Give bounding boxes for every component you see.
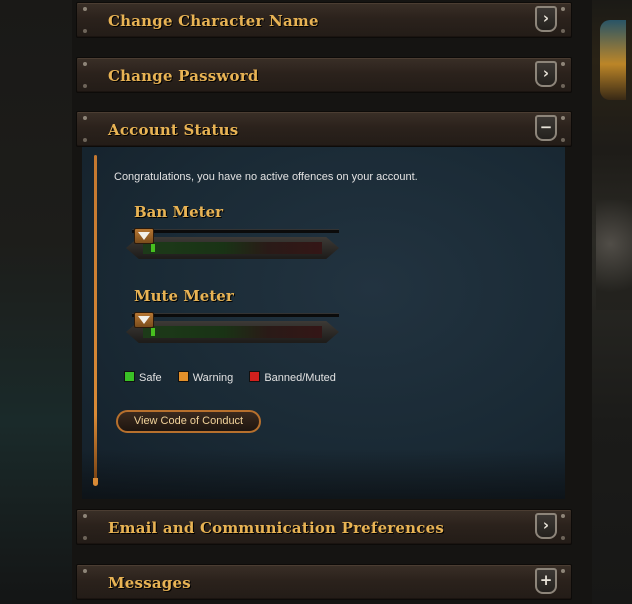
meter-track-line [132, 313, 339, 317]
rivet-icon [83, 29, 87, 33]
mute-meter [126, 312, 339, 349]
legend-label: Warning [192, 372, 234, 384]
red-swatch-icon [249, 371, 261, 382]
section-title: Messages [108, 574, 191, 592]
meter-legend: Safe Warning Banned/Muted [124, 371, 349, 384]
section-email-preferences[interactable]: Email and Communication Preferences › [76, 509, 572, 545]
meter-fill [143, 242, 322, 254]
rivet-icon [561, 84, 565, 88]
rivet-icon [83, 84, 87, 88]
legend-item-banned: Banned/Muted [249, 371, 336, 384]
right-background-art [592, 0, 632, 604]
rivet-icon [561, 536, 565, 540]
section-messages[interactable]: Messages + [76, 564, 572, 600]
section-account-status[interactable]: Account Status − [76, 111, 572, 147]
chevron-right-icon[interactable]: › [535, 6, 557, 32]
legend-label: Safe [139, 372, 162, 384]
ban-meter-title: Ban Meter [134, 203, 224, 221]
minus-icon[interactable]: − [535, 115, 557, 141]
chevron-right-icon[interactable]: › [535, 61, 557, 87]
chevron-right-icon[interactable]: › [535, 513, 557, 539]
section-title: Change Character Name [108, 12, 319, 30]
meter-pointer-icon [134, 312, 154, 328]
section-title: Account Status [108, 121, 239, 139]
green-swatch-icon [124, 371, 135, 382]
legend-item-warning: Warning [177, 371, 234, 384]
panel-vertical-ornament [93, 155, 98, 486]
rivet-icon [83, 536, 87, 540]
meter-track-line [132, 229, 339, 233]
section-title: Email and Communication Preferences [108, 519, 444, 537]
status-message: Congratulations, you have no active offe… [114, 171, 418, 183]
legend-item-safe: Safe [124, 371, 162, 384]
section-title: Change Password [108, 67, 259, 85]
legend-label: Banned/Muted [264, 372, 336, 384]
meter-fill [143, 326, 322, 338]
decorative-ornament [600, 20, 626, 100]
rivet-icon [83, 138, 87, 142]
decorative-rock [596, 200, 632, 310]
panel-grunge-edge [82, 449, 565, 499]
section-change-character-name[interactable]: Change Character Name › [76, 2, 572, 38]
mute-meter-title: Mute Meter [134, 287, 234, 305]
view-code-of-conduct-button[interactable]: View Code of Conduct [116, 410, 261, 433]
account-status-panel: Congratulations, you have no active offe… [82, 147, 565, 499]
left-background-art [0, 0, 72, 604]
section-change-password[interactable]: Change Password › [76, 57, 572, 93]
ban-meter [126, 228, 339, 265]
rivet-icon [561, 29, 565, 33]
orange-swatch-icon [177, 371, 189, 382]
rivet-icon [561, 138, 565, 142]
plus-icon[interactable]: + [535, 568, 557, 594]
meter-pointer-icon [134, 228, 154, 244]
